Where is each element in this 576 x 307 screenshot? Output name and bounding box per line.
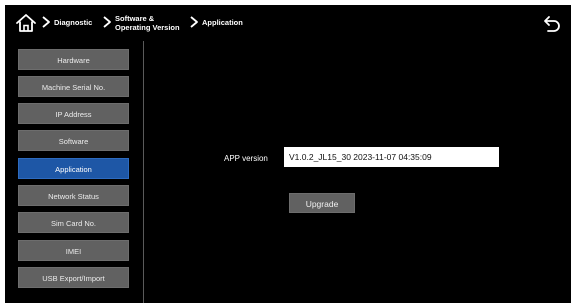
- sidebar-item-imei[interactable]: IMEI: [18, 240, 129, 261]
- breadcrumb-application: Application: [202, 18, 243, 27]
- app-screen: Diagnostic Software & Operating Version …: [5, 5, 571, 303]
- top-bar: Diagnostic Software & Operating Version …: [5, 5, 571, 41]
- sidebar-item-usb-export-import[interactable]: USB Export/Import: [18, 267, 129, 288]
- chevron-right-icon: [42, 16, 50, 28]
- sidebar-item-software[interactable]: Software: [18, 130, 129, 151]
- app-version-field: V1.0.2_JL15_30 2023-11-07 04:35:09: [284, 147, 499, 167]
- sidebar: Hardware Machine Serial No. IP Address S…: [5, 41, 143, 303]
- application-panel: APP version V1.0.2_JL15_30 2023-11-07 04…: [144, 41, 571, 303]
- sidebar-item-sim-card-no[interactable]: Sim Card No.: [18, 212, 129, 233]
- upgrade-button[interactable]: Upgrade: [289, 193, 355, 213]
- back-arrow-icon[interactable]: [543, 14, 561, 32]
- app-version-label: APP version: [224, 154, 268, 163]
- home-icon[interactable]: [15, 13, 37, 33]
- sidebar-item-machine-serial-no[interactable]: Machine Serial No.: [18, 76, 129, 97]
- sidebar-item-application[interactable]: Application: [18, 158, 129, 179]
- breadcrumb-software-operating-version[interactable]: Software & Operating Version: [115, 14, 180, 32]
- chevron-right-icon: [103, 16, 111, 28]
- breadcrumb-diagnostic[interactable]: Diagnostic: [54, 18, 92, 27]
- sidebar-item-network-status[interactable]: Network Status: [18, 185, 129, 206]
- chevron-right-icon: [190, 16, 198, 28]
- sidebar-item-ip-address[interactable]: IP Address: [18, 103, 129, 124]
- sidebar-item-hardware[interactable]: Hardware: [18, 49, 129, 70]
